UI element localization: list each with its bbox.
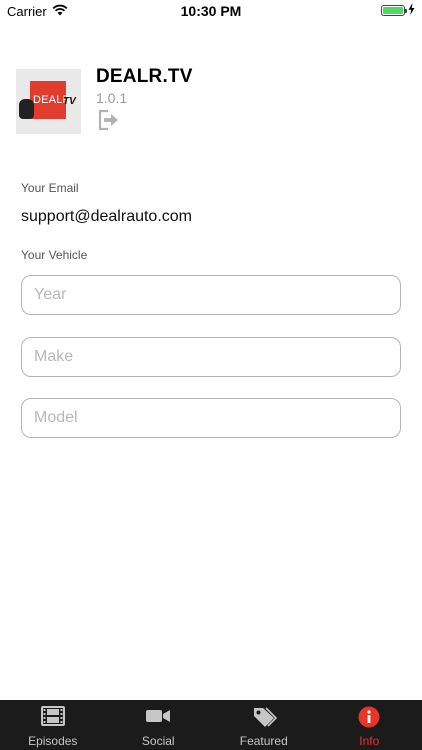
app-logo: DEALR TV — [16, 69, 81, 134]
status-bar: Carrier 10:30 PM — [0, 0, 422, 22]
film-icon — [40, 706, 65, 726]
tab-social-label: Social — [141, 734, 175, 748]
tab-featured-label: Featured — [239, 734, 288, 748]
email-label: Your Email — [21, 181, 79, 195]
clock: 10:30 PM — [180, 3, 242, 19]
vehicle-label: Your Vehicle — [21, 248, 88, 262]
make-input[interactable] — [21, 337, 401, 377]
tab-social[interactable]: Social — [106, 700, 212, 750]
battery-fill — [383, 7, 403, 14]
tab-bar: Episodes Social Featured Info — [0, 700, 422, 750]
year-input[interactable] — [21, 275, 401, 315]
camera-icon — [19, 99, 34, 119]
tab-info[interactable]: Info — [317, 700, 422, 750]
email-value: support@dealrauto.com — [21, 208, 192, 225]
info-icon — [358, 706, 380, 728]
tab-episodes[interactable]: Episodes — [0, 700, 106, 750]
app-name: DEALR.TV — [96, 66, 193, 87]
video-camera-icon — [146, 710, 171, 722]
battery-icon — [381, 5, 407, 16]
tags-icon — [253, 707, 277, 727]
logo-suffix: TV — [63, 96, 76, 107]
model-input[interactable] — [21, 398, 401, 438]
tab-info-label: Info — [359, 734, 380, 748]
tab-featured[interactable]: Featured — [211, 700, 317, 750]
app-version: 1.0.1 — [96, 90, 128, 106]
charging-icon — [408, 3, 415, 15]
logout-icon[interactable] — [97, 109, 119, 131]
tab-episodes-label: Episodes — [28, 734, 78, 748]
